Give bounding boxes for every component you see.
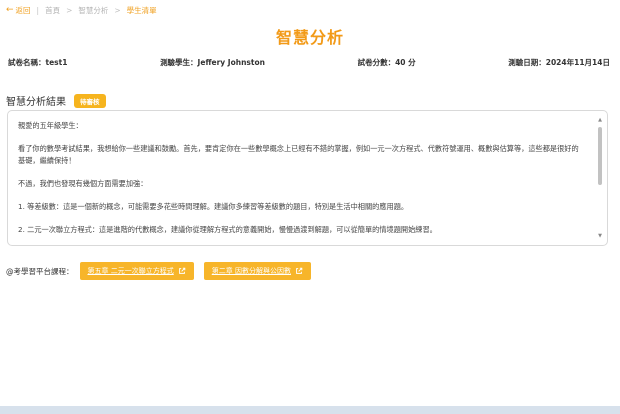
analysis-paragraph: 1. 等差級數：這是一個新的概念，可能需要多花些時間理解。建議你多練習等差級數的… xyxy=(18,202,409,211)
page-title: 智慧分析 xyxy=(275,28,344,47)
course-button-label: 第二章 因數分解與公因數 xyxy=(211,267,291,275)
back-label: 返回 xyxy=(15,6,31,15)
analysis-result-panel[interactable]: 親愛的五年級學生： 看了你的數學考試結果，我想給你一些建議和鼓勵。首先，要肯定你… xyxy=(7,110,608,246)
analysis-text: 親愛的五年級學生： 看了你的數學考試結果，我想給你一些建議和鼓勵。首先，要肯定你… xyxy=(18,120,585,236)
analysis-title: 智慧分析結果 xyxy=(6,97,66,108)
analysis-paragraph: 不過，我們也發現有幾個方面需要加強： xyxy=(18,179,148,188)
course-button-chapter-5[interactable]: 第五章 二元一次聯立方程式 xyxy=(79,262,194,280)
analysis-paragraph: 2. 二元一次聯立方程式：這是進階的代數概念，建議你從理解方程式的意義開始，慢慢… xyxy=(18,225,437,234)
courses-label: @考學習平台課程： xyxy=(6,266,74,276)
analysis-header: 智慧分析結果 待審核 xyxy=(6,93,106,108)
breadcrumb: ← 返回 | 首頁 > 智慧分析 > 學生清單 xyxy=(6,5,157,16)
bottom-bar xyxy=(0,406,620,414)
analysis-paragraph: 看了你的數學考試結果，我想給你一些建議和鼓勵。首先，要肯定你在一些數學概念上已經… xyxy=(18,144,579,165)
back-link[interactable]: ← 返回 xyxy=(6,5,31,16)
exam-date: 測驗日期：2024年11月14日 xyxy=(508,58,610,67)
course-links: @考學習平台課程： 第五章 二元一次聯立方程式 第二章 因數分解與公因數 xyxy=(6,262,321,280)
course-button-chapter-2[interactable]: 第二章 因數分解與公因數 xyxy=(203,262,311,280)
breadcrumb-item-home[interactable]: 首頁 xyxy=(45,5,60,16)
breadcrumb-separator: > xyxy=(114,6,121,15)
scroll-down-arrow-icon[interactable]: ▼ xyxy=(596,233,604,239)
paper-name: 試卷名稱：test1 xyxy=(8,58,68,67)
student-name: 測驗學生：Jeffery Johnston xyxy=(160,58,265,67)
external-link-icon xyxy=(295,267,303,275)
external-link-icon xyxy=(178,267,186,275)
breadcrumb-separator: | xyxy=(36,6,40,15)
exam-meta: 試卷名稱：test1 測驗學生：Jeffery Johnston 試卷分數：40… xyxy=(8,57,610,68)
scroll-up-arrow-icon[interactable]: ▲ xyxy=(596,117,604,123)
breadcrumb-separator: > xyxy=(66,6,73,15)
scrollbar[interactable]: ▲ ▼ xyxy=(596,117,604,239)
left-arrow-icon: ← xyxy=(6,5,14,15)
exam-score: 試卷分數：40 分 xyxy=(357,58,416,67)
scroll-thumb[interactable] xyxy=(598,127,602,185)
breadcrumb-item-analysis[interactable]: 智慧分析 xyxy=(78,5,108,16)
course-button-label: 第五章 二元一次聯立方程式 xyxy=(87,267,174,275)
analysis-paragraph: 親愛的五年級學生： xyxy=(18,121,83,130)
status-badge: 待審核 xyxy=(74,93,106,108)
breadcrumb-item-current: 學生清單 xyxy=(126,6,157,15)
